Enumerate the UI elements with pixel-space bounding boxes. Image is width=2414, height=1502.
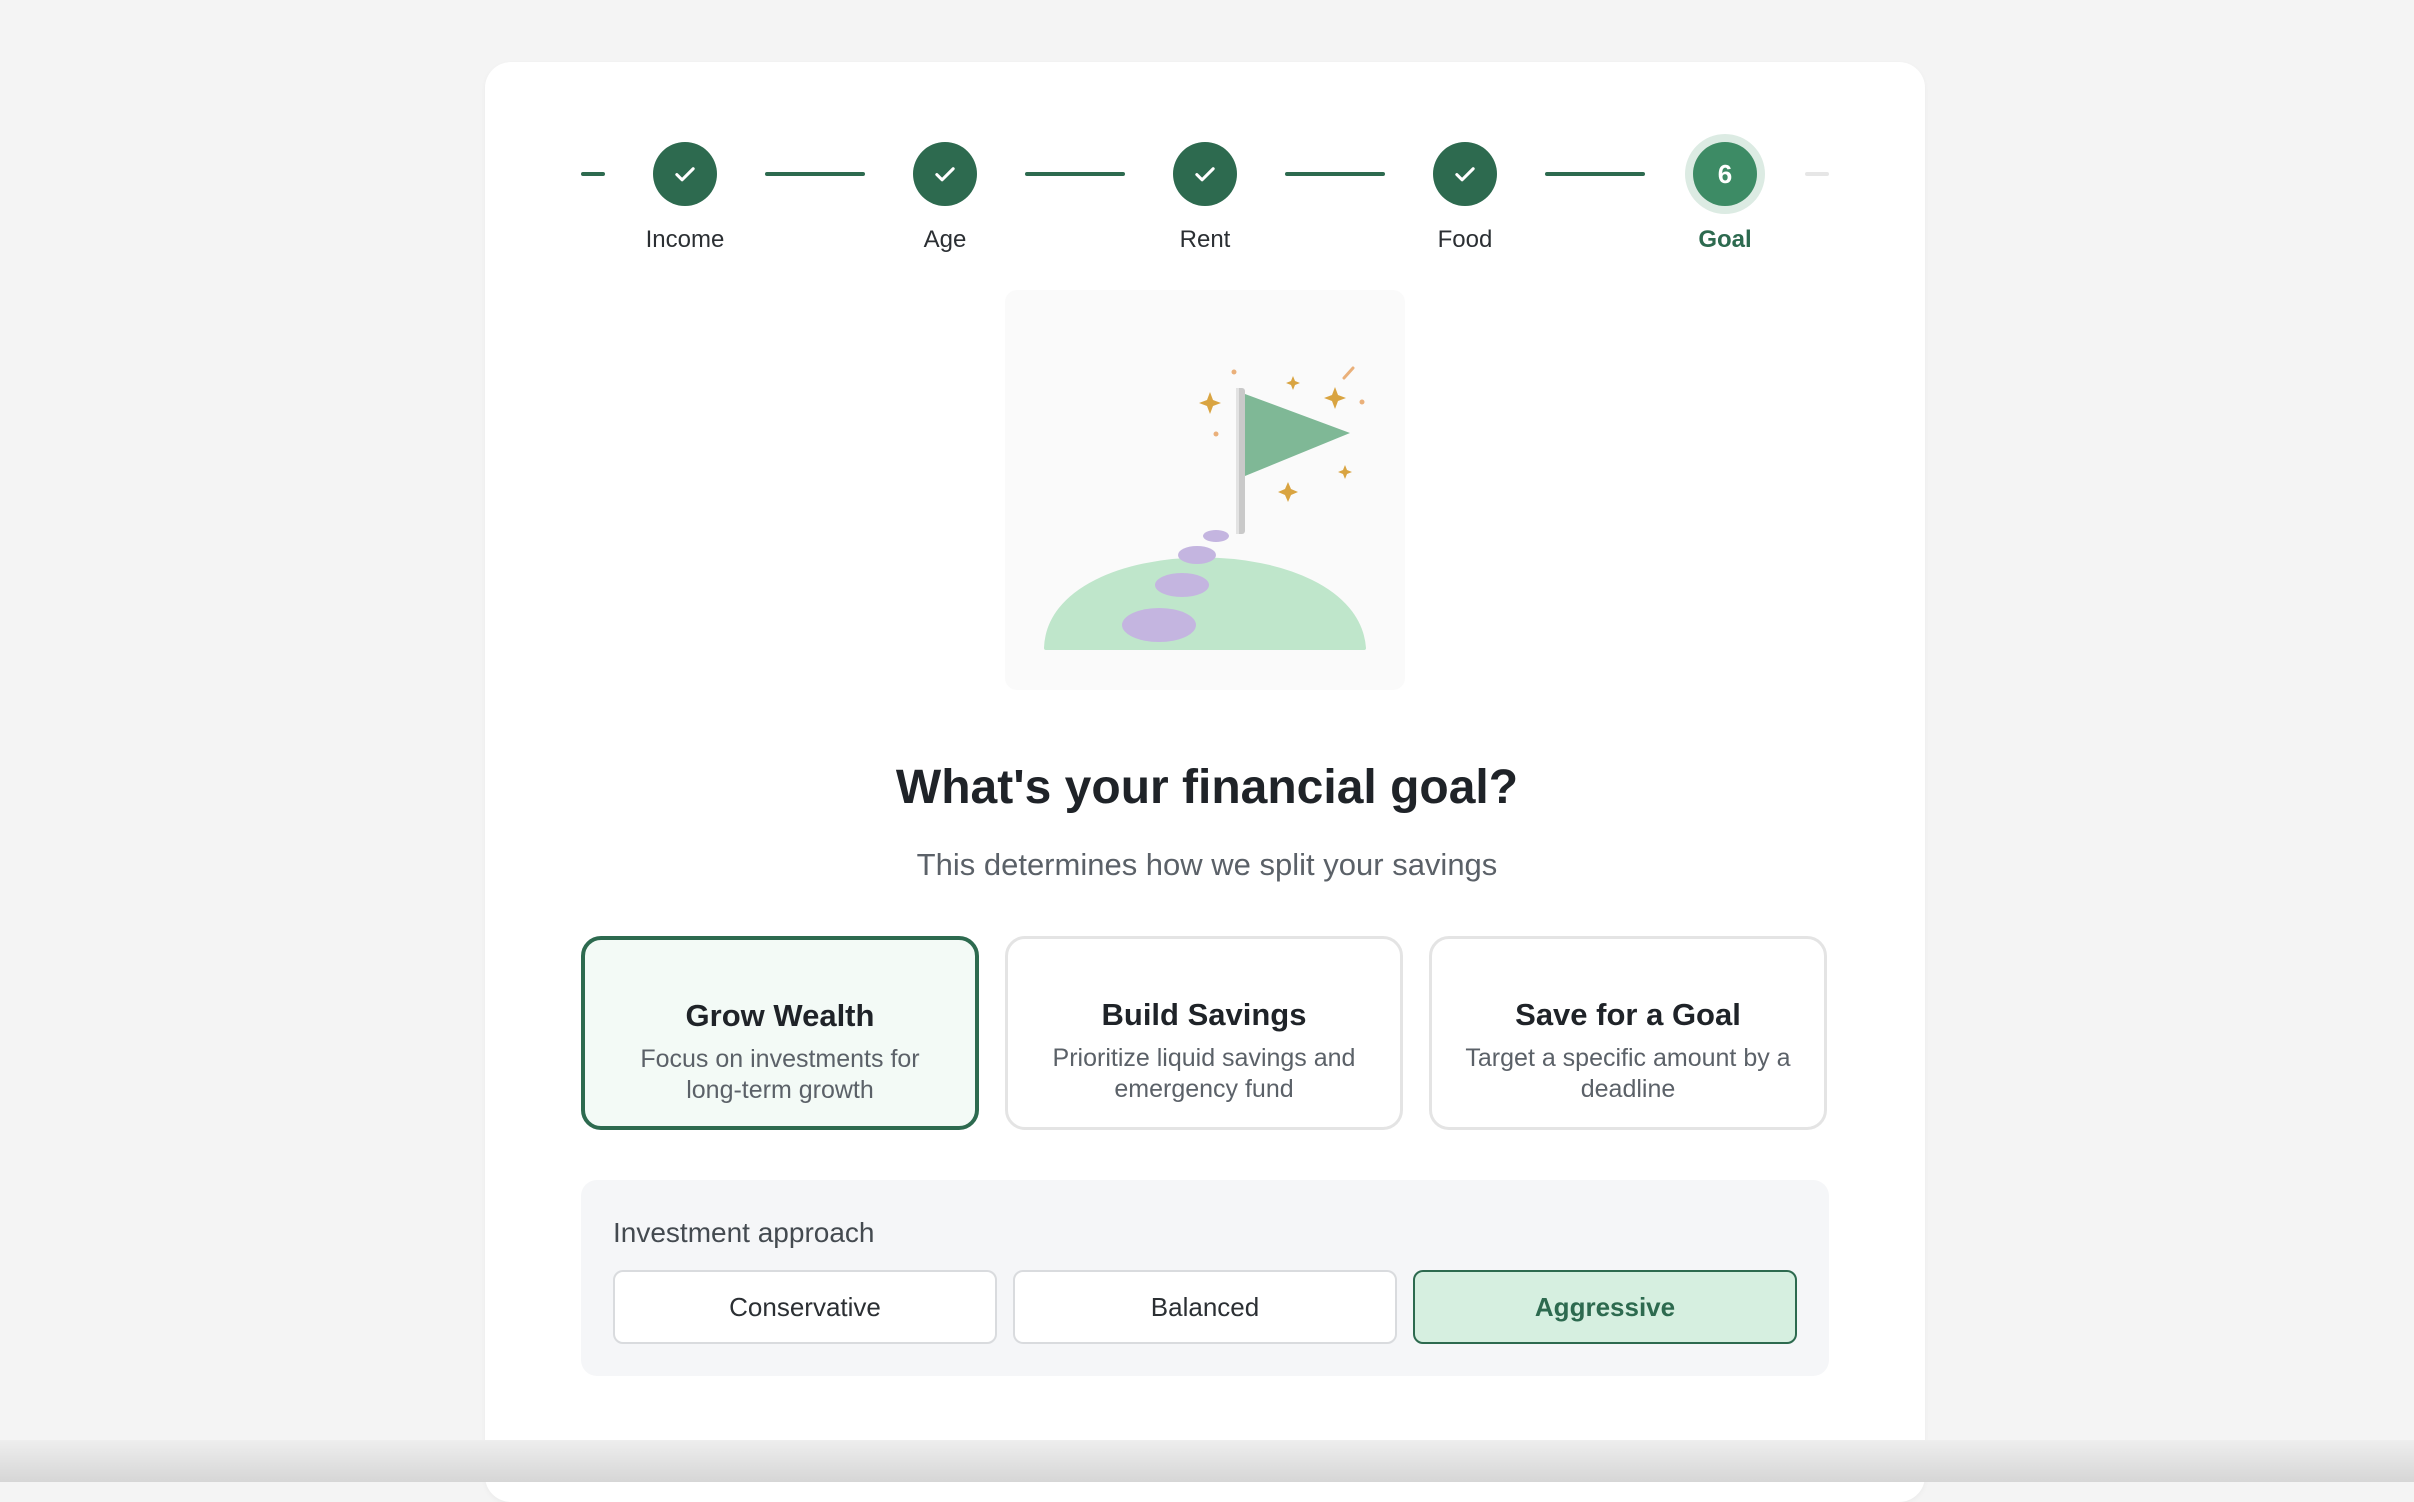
step-income-label: Income <box>645 226 725 253</box>
goal-option-description: Focus on investments for long-term growt… <box>640 1045 920 1104</box>
goal-option-title: Build Savings <box>1101 997 1307 1032</box>
step-rent-circle[interactable] <box>1173 142 1237 206</box>
step-connector <box>1545 172 1645 176</box>
goal-option-save-for-goal[interactable]: Save for a Goal Target a specific amount… <box>1429 936 1827 1130</box>
step-income-circle[interactable] <box>653 142 717 206</box>
step-goal-label: Goal <box>1698 226 1752 253</box>
approach-conservative-button[interactable]: Conservative <box>613 1270 997 1344</box>
step-connector <box>1025 172 1125 176</box>
goal-option-title: Save for a Goal <box>1515 997 1741 1032</box>
approach-aggressive-button[interactable]: Aggressive <box>1413 1270 1797 1344</box>
goal-flag-hill-illustration <box>1005 290 1405 690</box>
step-food-circle[interactable] <box>1433 142 1497 206</box>
goal-option-grow-wealth[interactable]: Grow Wealth Focus on investments for lon… <box>581 936 979 1130</box>
check-icon <box>935 167 955 182</box>
investment-approach-label: Investment approach <box>613 1217 875 1248</box>
goal-option-description: Prioritize liquid savings and emergency … <box>1052 1044 1356 1103</box>
page-title: What's your financial goal? <box>895 761 1519 814</box>
step-food-label: Food <box>1437 226 1493 253</box>
step-connector <box>1285 172 1385 176</box>
goal-option-title: Grow Wealth <box>685 998 875 1033</box>
check-icon <box>1455 167 1475 182</box>
step-connector <box>1805 172 1829 176</box>
goal-option-description: Target a specific amount by a deadline <box>1465 1044 1791 1103</box>
step-age-circle[interactable] <box>913 142 977 206</box>
investment-approach-panel: Investment approach Conservative Balance… <box>581 1180 1829 1376</box>
check-icon <box>675 167 695 182</box>
goal-option-build-savings[interactable]: Build Savings Prioritize liquid savings … <box>1005 936 1403 1130</box>
approach-balanced-button[interactable]: Balanced <box>1013 1270 1397 1344</box>
window-bottom-edge <box>0 1440 2414 1482</box>
step-rent-label: Rent <box>1179 226 1231 253</box>
step-connector <box>765 172 865 176</box>
check-icon <box>1195 167 1215 182</box>
step-connector <box>581 172 605 176</box>
page-subtitle: This determines how we split your saving… <box>916 847 1498 882</box>
step-goal-circle: 6 <box>1693 142 1757 206</box>
step-age-label: Age <box>923 226 967 253</box>
